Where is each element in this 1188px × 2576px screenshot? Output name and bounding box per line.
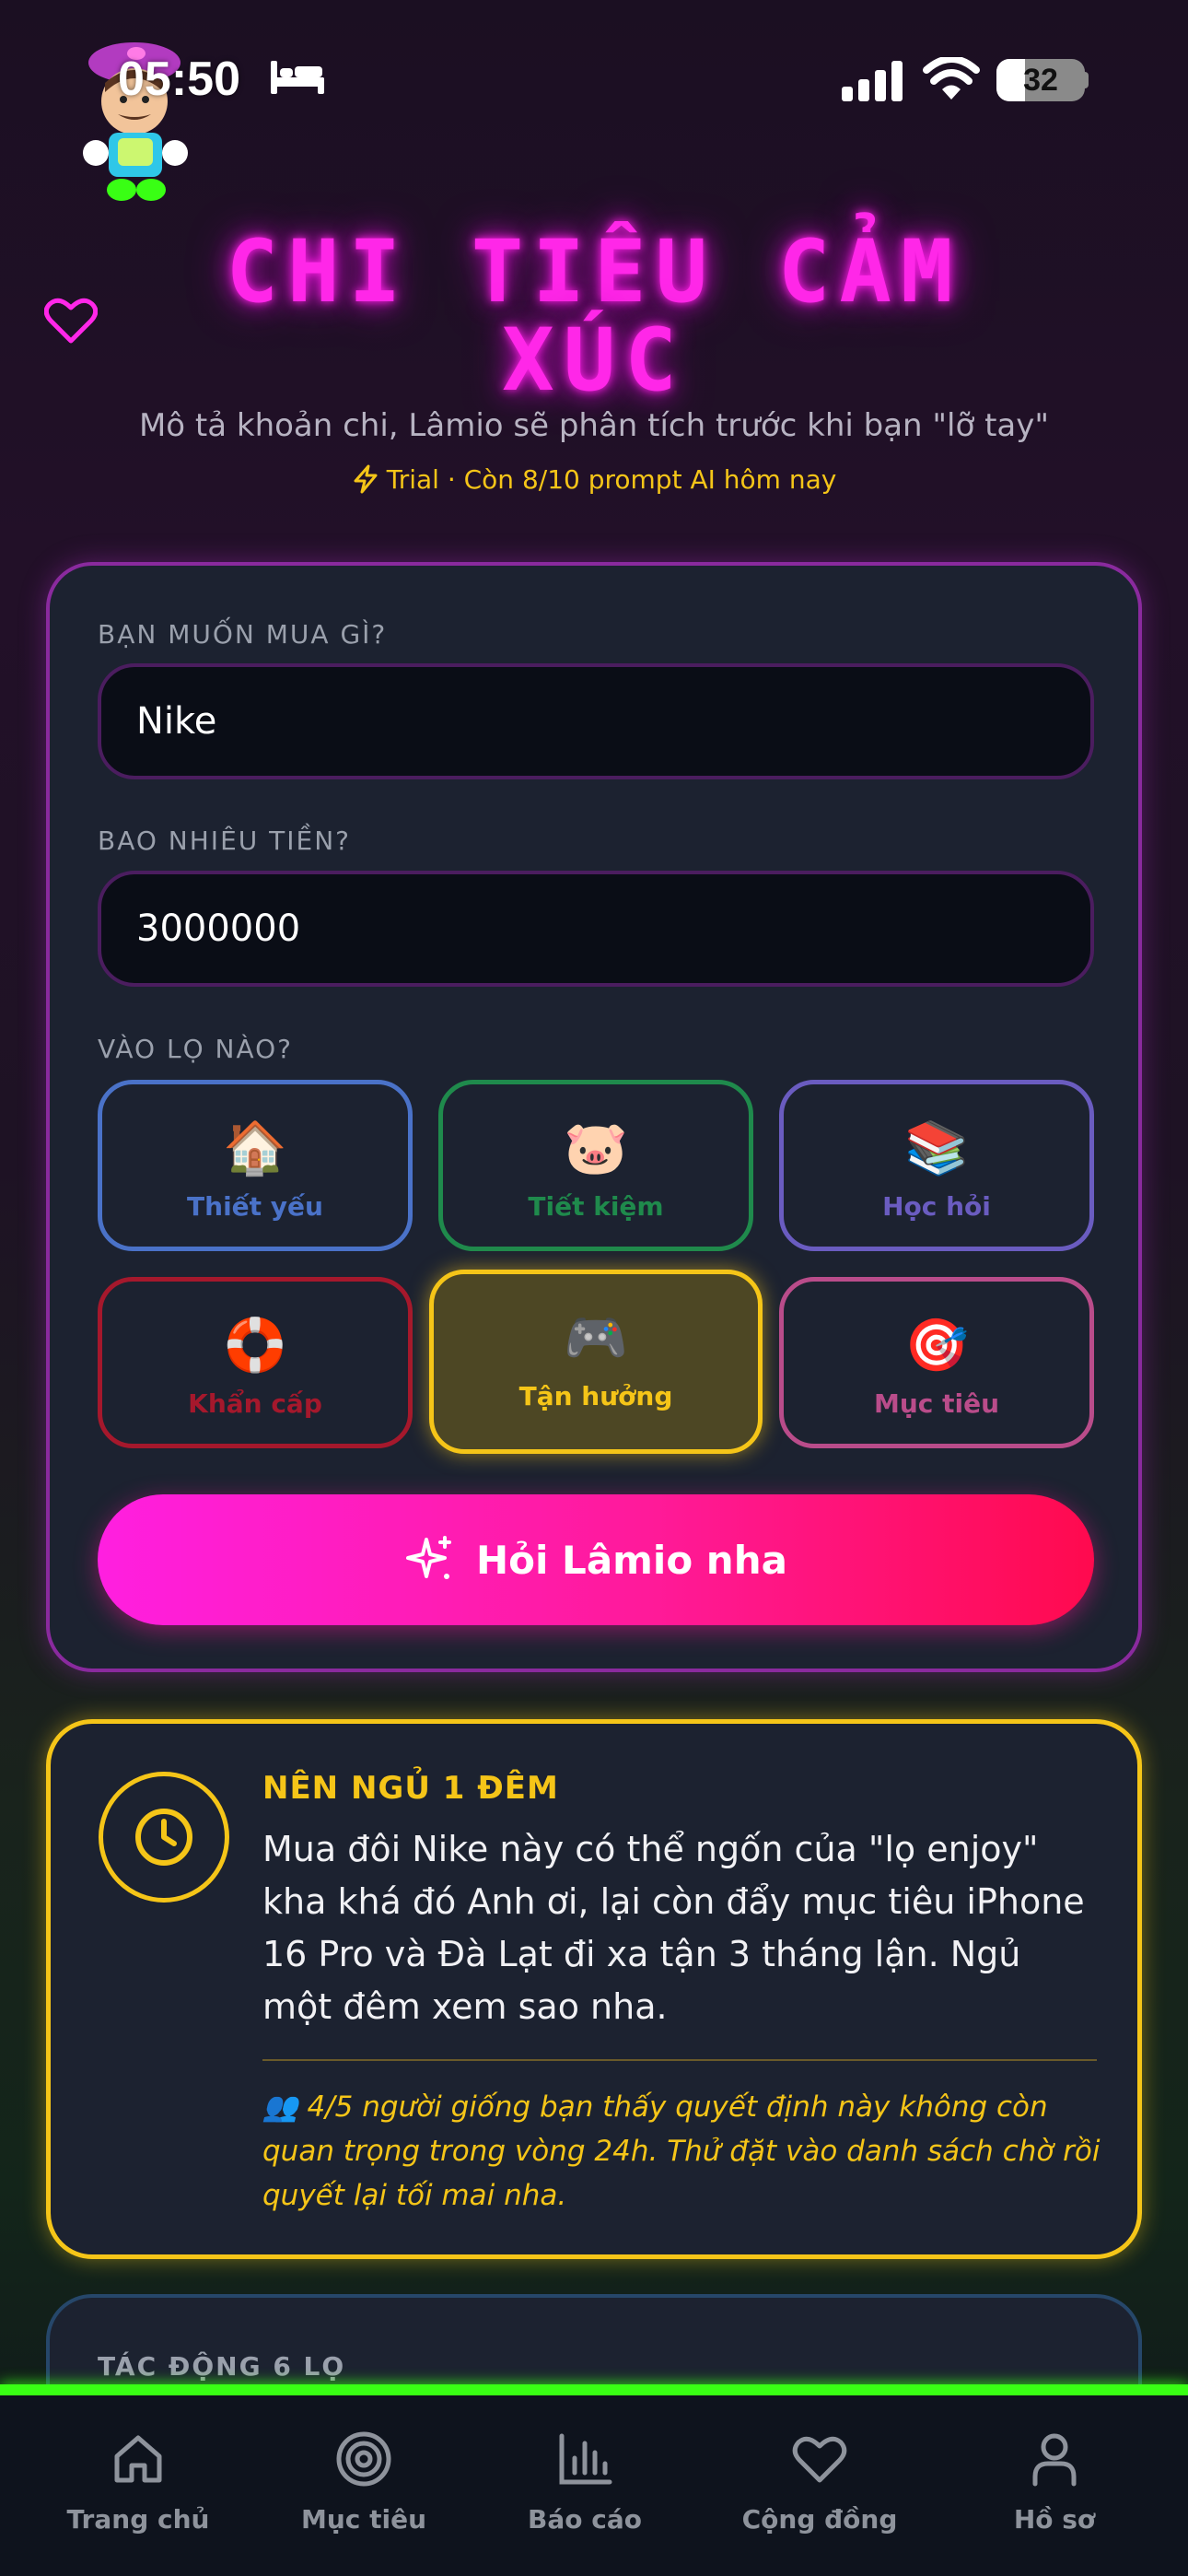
jar-option-enjoy[interactable]: 🎮 Tận hưởng [429,1270,763,1454]
bed-icon [271,61,324,94]
wifi-icon [923,57,980,100]
impact-title: TÁC ĐỘNG 6 LỌ [98,2351,346,2382]
jar-option-label: Mục tiêu [873,1388,1000,1419]
ai-advice-card: NÊN NGỦ 1 ĐÊM Mua đôi Nike này có thể ng… [46,1719,1142,2259]
nav-label: Báo cáo [528,2504,642,2535]
house-icon: 🏠 [223,1118,287,1178]
trial-status: Trial · Còn 8/10 prompt AI hôm nay [0,464,1188,495]
heart-icon [792,2436,847,2483]
bottom-navigation: Trang chủ Mục tiêu Báo cáo Cộng đồng Hồ … [0,2395,1188,2576]
clock-icon [135,1809,192,1866]
home-icon [114,2435,162,2483]
status-bar: 05:50 32 [0,0,1188,201]
lifebuoy-icon: 🛟 [223,1316,287,1376]
battery-indicator: 32 [996,59,1085,101]
advice-verdict: NÊN NGỦ 1 ĐÊM [262,1770,559,1807]
page-subtitle: Mô tả khoản chi, Lâmio sẽ phân tích trướ… [138,407,1050,444]
nav-item-home[interactable]: Trang chủ [37,2430,239,2535]
favorite-heart-icon[interactable] [44,297,98,345]
jar-option-learning[interactable]: 📚 Học hỏi [779,1080,1094,1251]
piggy-bank-icon: 🐷 [564,1118,628,1178]
jar-option-label: Tận hưởng [518,1381,673,1411]
jar-option-label: Thiết yếu [187,1191,323,1222]
amount-field-label: BAO NHIÊU TIỀN? [98,825,352,856]
ask-lamio-button[interactable]: Hỏi Lâmio nha [98,1494,1094,1625]
books-icon: 📚 [904,1118,969,1178]
nav-item-community[interactable]: Cộng đồng [718,2430,921,2535]
social-proof-text: 👥 4/5 người giống bạn thấy quyết định nà… [262,2090,1101,2212]
jar-field-label: VÀO LỌ NÀO? [98,1034,294,1064]
jar-option-emergency[interactable]: 🛟 Khẩn cấp [98,1277,413,1448]
bar-chart-icon [559,2433,612,2485]
item-field-label: BẠN MUỐN MUA GÌ? [98,619,388,650]
jar-option-label: Khẩn cấp [188,1388,322,1419]
nav-label: Cộng đồng [741,2504,898,2535]
battery-percent: 32 [1023,63,1058,98]
nav-glow-line [0,2384,1188,2395]
clock-badge [99,1772,229,1903]
divider [262,2059,1097,2061]
page-title: CHI TIÊU CẢM XÚC [226,222,962,411]
user-icon [1032,2433,1077,2487]
item-input[interactable] [98,663,1094,779]
sparkle-icon [406,1536,452,1579]
jar-option-savings[interactable]: 🐷 Tiết kiệm [438,1080,753,1251]
nav-item-profile[interactable]: Hồ sơ [953,2430,1156,2535]
target-dart-icon: 🎯 [904,1316,969,1376]
jar-option-goals[interactable]: 🎯 Mục tiêu [779,1277,1094,1448]
nav-label: Hồ sơ [1013,2504,1096,2535]
trial-text: Trial · Còn 8/10 prompt AI hôm nay [386,464,837,495]
jar-option-label: Tiết kiệm [528,1191,664,1222]
nav-label: Mục tiêu [300,2504,427,2535]
amount-input[interactable] [98,871,1094,987]
clock-time: 05:50 [118,53,240,106]
spending-form-card: BẠN MUỐN MUA GÌ? BAO NHIÊU TIỀN? VÀO LỌ … [46,562,1142,1672]
battery-tip [1081,72,1089,88]
game-controller-icon: 🎮 [564,1308,628,1368]
ask-button-label: Hỏi Lâmio nha [476,1537,787,1583]
advice-text: Mua đôi Nike này có thể ngốn của "lọ enj… [262,1829,1085,2027]
nav-label: Trang chủ [66,2504,210,2535]
nav-item-reports[interactable]: Báo cáo [483,2430,686,2535]
lightning-icon [354,464,378,494]
jar-option-essentials[interactable]: 🏠 Thiết yếu [98,1080,413,1251]
target-icon [336,2431,391,2487]
cellular-signal-icon [842,61,903,101]
nav-item-goals[interactable]: Mục tiêu [262,2430,465,2535]
jar-option-label: Học hỏi [882,1191,991,1222]
